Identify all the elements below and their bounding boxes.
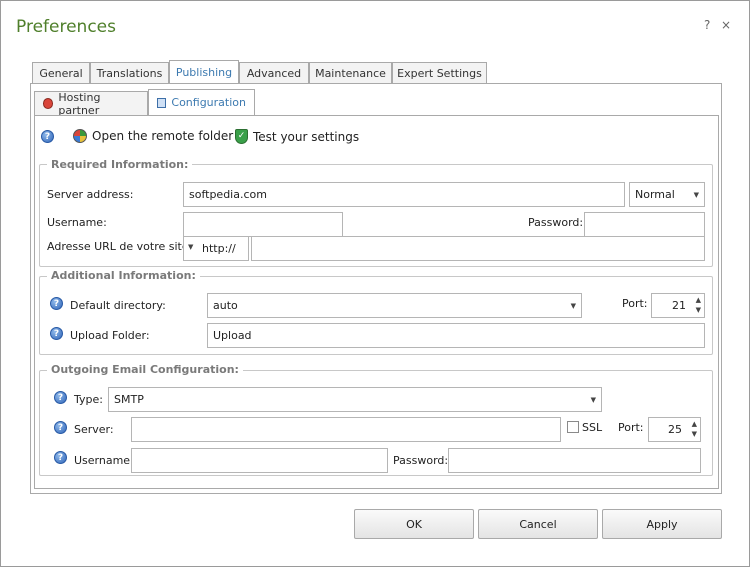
open-remote-folder-button[interactable]: Open the remote folder [73,129,233,143]
email-config-legend: Outgoing Email Configuration: [47,363,243,376]
window-title: Preferences [16,17,116,37]
email-type-value: SMTP [114,393,144,406]
tab-general[interactable]: General [32,62,90,84]
default-directory-label: Default directory: [70,299,166,312]
tab-expert-settings[interactable]: Expert Settings [392,62,487,84]
email-password-label: Password: [393,454,449,467]
ssl-checkbox[interactable] [567,421,579,433]
preferences-window: Preferences ? × General Translations Pub… [0,0,750,567]
email-type-label: Type: [74,393,103,406]
chevron-down-icon: ▼ [693,190,699,199]
open-remote-folder-label: Open the remote folder [92,129,234,143]
chevron-down-icon: ▼ [590,395,596,404]
subtab-hosting-partner-label: Hosting partner [58,90,101,117]
email-server-label: Server: [74,423,114,436]
apply-button[interactable]: Apply [602,509,722,539]
help-icon[interactable]: ? [41,130,54,143]
required-info-legend: Required Information: [47,158,193,171]
protocol-value: http:// [202,242,236,255]
globe-icon [73,129,87,143]
configuration-icon [157,97,167,108]
ftp-port-value: 21 [672,299,686,312]
tab-translations[interactable]: Translations [90,62,169,84]
protocol-select[interactable]: ▼ http:// [183,236,249,261]
site-url-label: Adresse URL de votre site : [47,240,196,253]
email-password-input[interactable] [448,448,701,473]
help-icon[interactable]: ? [50,327,63,340]
tab-maintenance[interactable]: Maintenance [309,62,392,84]
username-input[interactable] [183,212,343,237]
help-icon[interactable]: ? [50,297,63,310]
email-type-select[interactable]: SMTP ▼ [108,387,602,412]
ok-button[interactable]: OK [354,509,474,539]
subtab-configuration-label: Configuration [171,96,246,109]
stepper-arrows-icon[interactable]: ▲ ▼ [692,419,697,439]
ssl-label: SSL [582,421,603,434]
subtab-hosting-partner[interactable]: Hosting partner [34,90,148,117]
test-settings-button[interactable]: ✓ Test your settings [235,129,359,144]
close-button[interactable]: × [721,18,731,32]
server-address-label: Server address: [47,188,134,201]
default-directory-value: auto [213,299,238,312]
hosting-partner-icon [43,98,54,109]
stepper-arrows-icon[interactable]: ▲ ▼ [696,295,701,315]
subtab-configuration[interactable]: Configuration [148,89,255,116]
tab-advanced[interactable]: Advanced [239,62,309,84]
email-server-input[interactable] [131,417,561,442]
email-port-stepper[interactable]: 25 ▲ ▼ [648,417,701,442]
shield-check-icon: ✓ [235,129,248,144]
password-label: Password: [528,216,584,229]
email-username-input[interactable] [131,448,388,473]
test-settings-label: Test your settings [253,129,360,144]
default-directory-select[interactable]: auto ▼ [207,293,582,318]
upload-folder-input[interactable] [207,323,705,348]
email-port-label: Port: [618,421,644,434]
tab-publishing[interactable]: Publishing [169,60,239,85]
email-username-label: Username: [74,454,134,467]
server-address-input[interactable] [183,182,625,207]
password-input[interactable] [584,212,705,237]
site-url-input[interactable] [251,236,705,261]
help-icon[interactable]: ? [54,451,67,464]
help-button[interactable]: ? [704,18,710,32]
additional-info-legend: Additional Information: [47,269,200,282]
ftp-port-stepper[interactable]: 21 ▲ ▼ [651,293,705,318]
username-label: Username: [47,216,107,229]
ftp-port-label: Port: [622,297,648,310]
upload-folder-label: Upload Folder: [70,329,150,342]
chevron-down-icon: ▼ [188,243,194,251]
server-mode-value: Normal [635,188,675,201]
cancel-button[interactable]: Cancel [478,509,598,539]
server-mode-select[interactable]: Normal ▼ [629,182,705,207]
help-icon[interactable]: ? [54,421,67,434]
chevron-down-icon: ▼ [570,301,576,310]
help-icon[interactable]: ? [54,391,67,404]
email-port-value: 25 [668,423,682,436]
